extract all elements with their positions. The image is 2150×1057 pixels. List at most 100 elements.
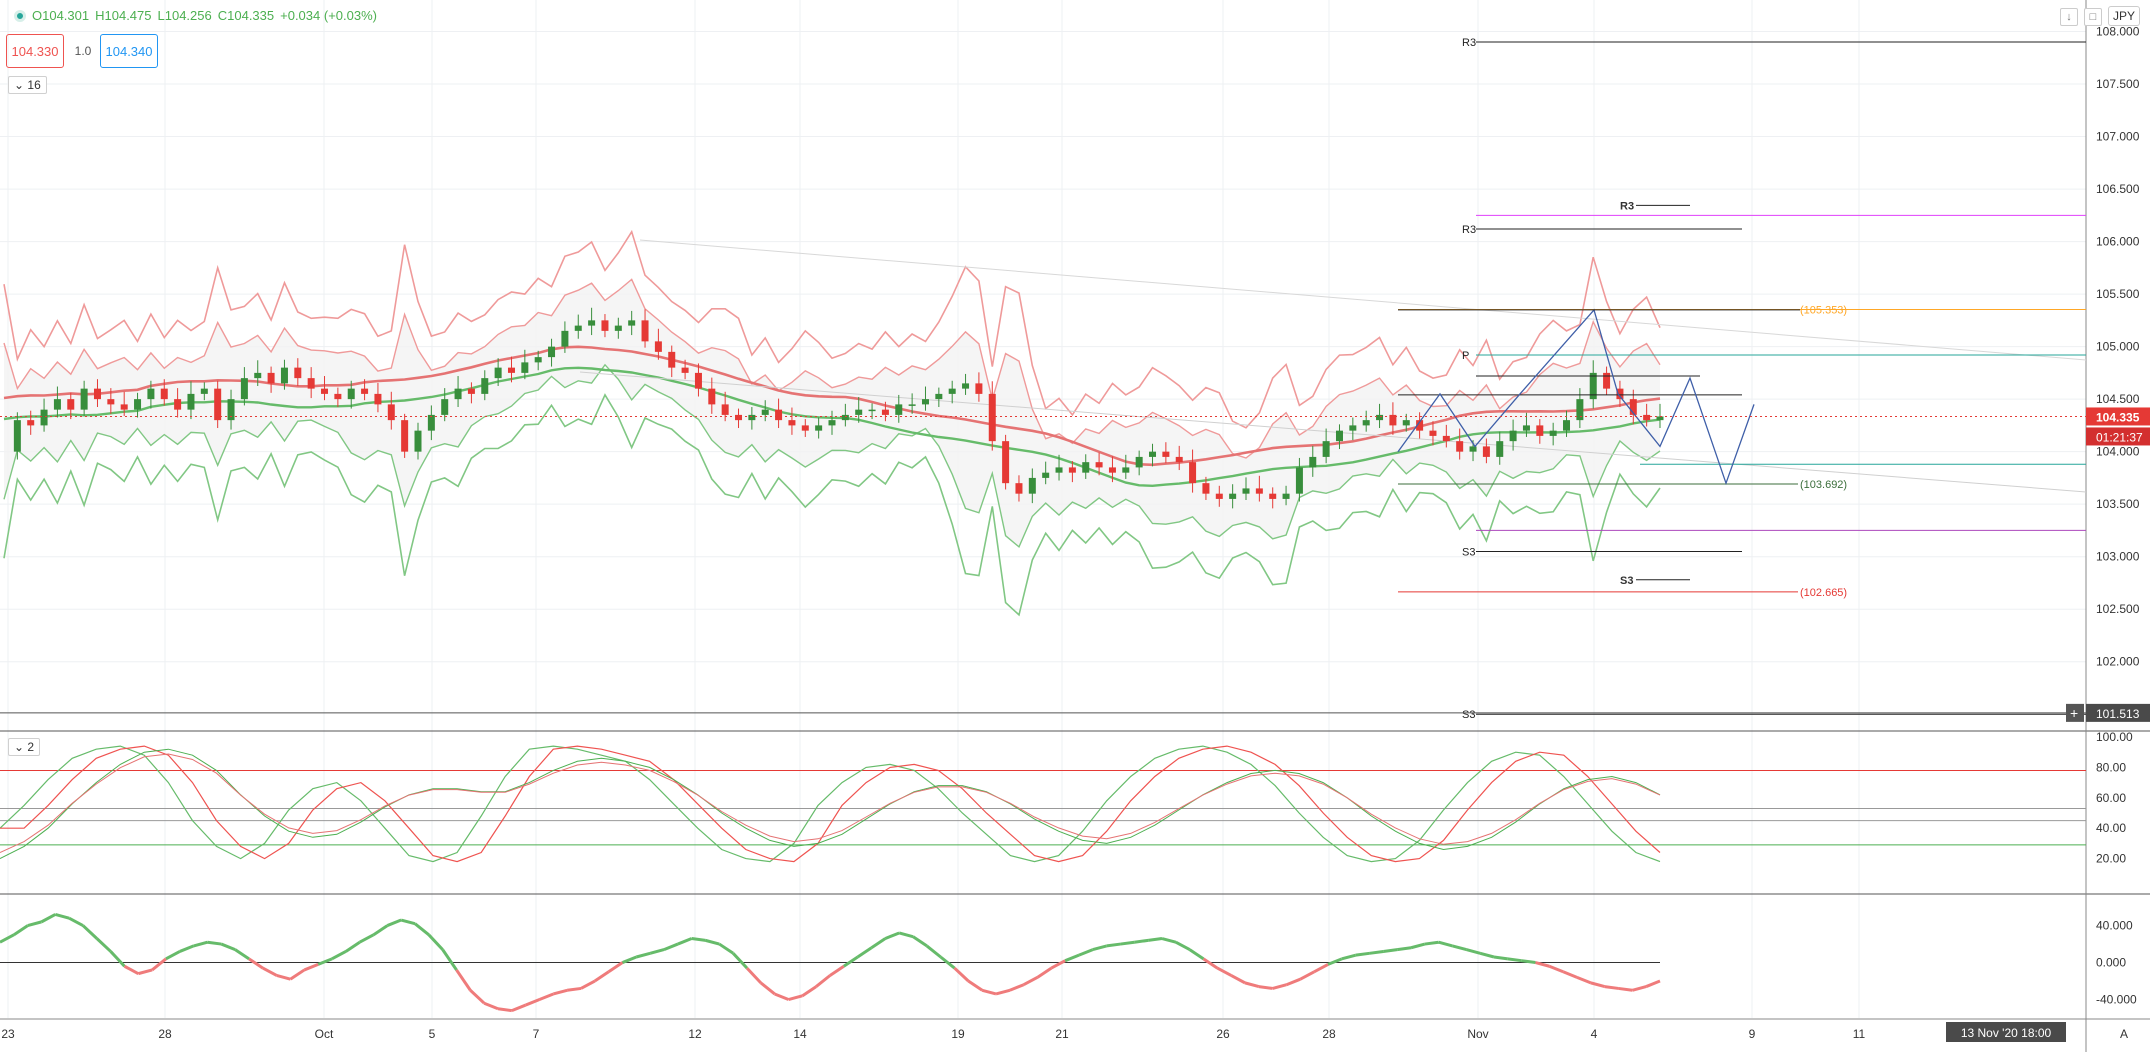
osc-segment: [1216, 966, 1232, 977]
candle-body: [548, 346, 556, 358]
x-tick-label: 4: [1591, 1027, 1598, 1041]
osc-segment: [469, 989, 486, 1005]
osc-segment: [0, 933, 15, 944]
candle-body: [574, 325, 582, 331]
y-tick-label: 105.500: [2096, 287, 2140, 301]
candle-body: [481, 378, 489, 394]
candle-body: [107, 399, 115, 405]
osc-segment: [13, 924, 29, 937]
candle-body: [1042, 472, 1050, 478]
osc-segment: [1618, 986, 1633, 992]
candle-body: [1295, 467, 1303, 494]
candle-body: [1082, 462, 1090, 473]
osc-segment: [1188, 948, 1205, 961]
trend-line-upper: [639, 239, 2087, 361]
candle-body: [881, 409, 889, 415]
candle-body: [1309, 456, 1317, 468]
candle-body: [588, 320, 596, 326]
candle-body: [1068, 467, 1076, 473]
chart-canvas: 108.000 107.500 107.000 106.500 106.000 105.5…: [0, 0, 2150, 1052]
stoch-slow-k-line: [0, 748, 1661, 860]
osc-segment: [1106, 942, 1121, 948]
osc-segment: [317, 957, 333, 966]
candle-body: [227, 399, 235, 421]
candle-body: [1028, 477, 1036, 494]
osc-segment: [705, 938, 720, 946]
osc-segment: [1327, 957, 1343, 966]
osc-segment: [345, 940, 361, 953]
x-tick-label: 28: [1322, 1027, 1336, 1041]
buy-button[interactable]: 104.340: [100, 34, 158, 68]
osc-segment: [414, 922, 430, 936]
candle-body: [1269, 493, 1277, 499]
candle-body: [1469, 446, 1477, 452]
osc-segment: [331, 950, 347, 961]
candle-body: [654, 341, 662, 352]
candle-body: [935, 393, 943, 400]
candle-body: [641, 320, 649, 342]
osc-segment: [1050, 959, 1066, 970]
arrow-down-icon[interactable]: ↓: [2060, 8, 2078, 26]
candle-body: [1175, 456, 1183, 463]
stoch-y-tick-label: 20.00: [2096, 852, 2126, 866]
candle-body: [1322, 441, 1330, 457]
candle-body: [815, 425, 823, 431]
candle-body: [507, 367, 515, 373]
maximize-icon[interactable]: □: [2084, 8, 2102, 26]
osc-segment: [953, 966, 970, 983]
candle-body: [908, 404, 916, 406]
candle-body: [80, 388, 88, 410]
x-tick-label: 7: [533, 1027, 540, 1041]
candle-body: [334, 393, 342, 400]
currency-label[interactable]: JPY: [2107, 6, 2140, 26]
candle-body: [708, 388, 716, 405]
candle-body: [761, 409, 769, 415]
x-tick-label: 19: [951, 1027, 965, 1041]
crosshair-price-label: 101.513: [2096, 707, 2140, 721]
osc-segment: [1313, 963, 1329, 974]
candle-body: [93, 388, 101, 400]
y-tick-label: 107.500: [2096, 77, 2140, 91]
osc-segment: [815, 974, 831, 988]
candle-body: [921, 399, 929, 405]
osc-segment: [1535, 961, 1550, 968]
osc-segment: [1604, 985, 1619, 990]
osc-segment: [1202, 957, 1219, 970]
indicators-collapse-button[interactable]: ⌄ 16: [8, 76, 47, 94]
stoch-collapse-button[interactable]: ⌄ 2: [8, 738, 41, 756]
osc-segment: [912, 935, 928, 948]
sell-button[interactable]: 104.330: [6, 34, 64, 68]
candle-body: [962, 383, 970, 389]
osc-segment: [1576, 975, 1592, 985]
ohlc-open: O104.301: [32, 8, 90, 23]
candle-body: [147, 388, 155, 400]
osc-segment: [1562, 970, 1578, 979]
osc-segment: [1341, 953, 1357, 961]
pivot-label: (103.692): [1800, 479, 1847, 491]
chart-area[interactable]: 108.000 107.500 107.000 106.500 106.000 105.5…: [0, 0, 2150, 1052]
candle-body: [668, 351, 676, 368]
osc-segment: [207, 940, 222, 946]
pivot-label: S3: [1620, 575, 1633, 587]
candle-body: [174, 399, 182, 410]
osc-segment: [1009, 983, 1025, 992]
osc-segment: [732, 952, 749, 970]
candle-body: [735, 414, 743, 421]
candle-body: [294, 367, 302, 379]
osc-segment: [1064, 953, 1080, 963]
osc-segment: [193, 940, 208, 948]
osc-segment: [843, 955, 859, 968]
osc-segment: [621, 955, 637, 964]
x-tick-label: 14: [793, 1027, 807, 1041]
osc-segment: [1424, 940, 1439, 946]
osc-segment: [276, 974, 291, 981]
osc-segment: [1410, 942, 1426, 950]
osc-segment: [898, 931, 914, 939]
osc-segment: [1147, 937, 1163, 942]
chevron-down-icon: ⌄: [14, 78, 25, 92]
osc-segment: [427, 933, 444, 951]
candle-body: [13, 420, 21, 452]
osc-segment: [1548, 964, 1564, 974]
candle-body: [1095, 462, 1103, 468]
status-dot-icon: [14, 9, 26, 22]
